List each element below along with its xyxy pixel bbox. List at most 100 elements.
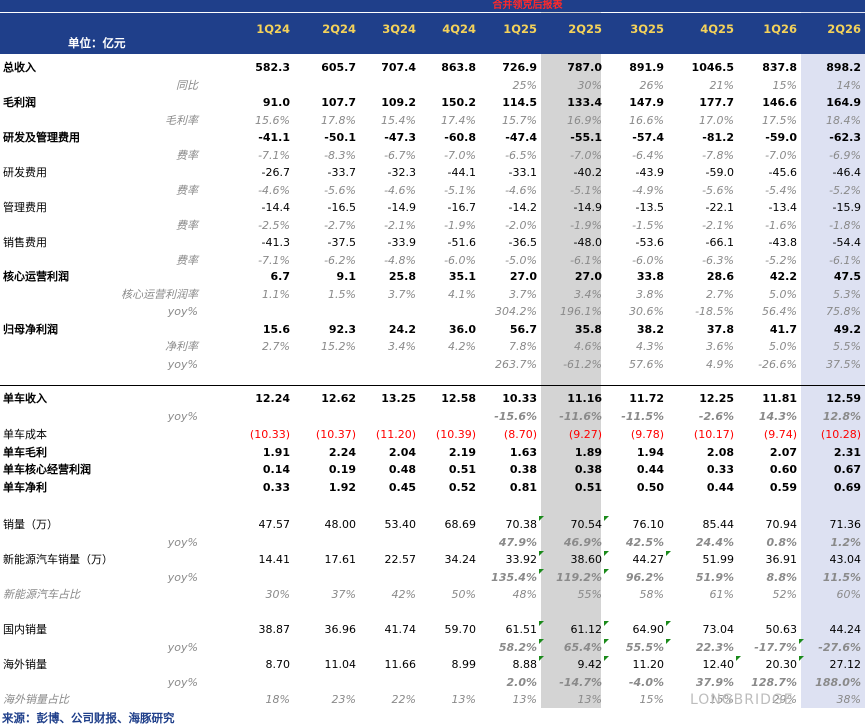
table-cell: 1.2%: [830, 536, 861, 549]
row-label: 毛利润: [3, 96, 36, 109]
table-cell: 27.0: [509, 270, 537, 283]
row-label: 单车收入: [3, 392, 47, 405]
table-cell: 15%: [772, 79, 797, 92]
table-cell: 1046.5: [691, 61, 734, 74]
table-cell: 128.7%: [751, 676, 797, 689]
table-cell: 3.7%: [509, 288, 537, 301]
table-cell: 76.10: [632, 518, 665, 531]
column-header-3q25: 3Q25: [630, 22, 664, 36]
table-cell: 2.0%: [506, 676, 537, 689]
row-sublabel: 费率: [176, 254, 198, 267]
table-cell: (10.17): [693, 428, 734, 441]
column-header-4q24: 4Q24: [442, 22, 476, 36]
table-cell: -7.1%: [258, 149, 290, 162]
table-cell: -5.1%: [570, 184, 602, 197]
table-cell: 0.51: [574, 481, 602, 494]
table-cell: 71.36: [829, 518, 862, 531]
table-cell: (10.28): [820, 428, 861, 441]
table-cell: 70.38: [505, 518, 538, 531]
table-cell: 22.3%: [695, 641, 734, 654]
table-cell: 38.60: [570, 553, 603, 566]
table-cell: 1.5%: [328, 288, 356, 301]
row-sublabel: 同比: [176, 79, 198, 92]
table-cell: 24.2: [388, 323, 416, 336]
table-cell: 34.24: [444, 553, 477, 566]
row-label: 单车核心经营利润: [3, 463, 91, 476]
table-cell: -33.1: [508, 166, 537, 179]
row-sublabel: yoy%: [167, 410, 198, 423]
table-cell: 15.6: [262, 323, 290, 336]
table-cell: 35.8: [574, 323, 602, 336]
table-cell: 50%: [451, 588, 476, 601]
table-cell: -4.6%: [505, 184, 537, 197]
table-cell: -41.3: [261, 236, 290, 249]
table-cell: 60%: [836, 588, 861, 601]
row-label: 核心运营利润: [3, 270, 69, 283]
table-row: 费率 -2.5% -2.7% -2.1% -1.9% -2.0% -1.9% -1.5% -2.…: [0, 217, 865, 234]
row-label: 新能源汽车占比: [3, 588, 80, 601]
table-row: 管理费用 -14.4 -16.5 -14.9 -16.7 -14.2 -14.9 -13.5 -…: [0, 199, 865, 216]
table-cell: -4.9%: [632, 184, 664, 197]
table-cell: -6.0%: [632, 254, 664, 267]
table-cell: -2.6%: [698, 410, 734, 423]
table-cell: 12.40: [702, 658, 735, 671]
row-label: 销量（万）: [3, 518, 58, 531]
table-cell: 14.41: [258, 553, 291, 566]
table-cell: 0.50: [636, 481, 664, 494]
table-row: yoy% -15.6% -11.6% -11.5% -2.6% 14.3% 12.8%: [0, 408, 865, 425]
table-cell: -44.1: [447, 166, 476, 179]
table-cell: 48%: [512, 588, 537, 601]
table-cell: 51.9%: [695, 571, 734, 584]
table-cell: -11.5%: [621, 410, 664, 423]
row-sublabel: yoy%: [167, 305, 198, 318]
row-sublabel: 费率: [176, 184, 198, 197]
table-cell: 15.2%: [321, 340, 356, 353]
table-cell: -2.7%: [324, 219, 356, 232]
table-cell: (10.33): [249, 428, 290, 441]
row-label: 海外销量占比: [3, 693, 69, 706]
table-cell: -36.5: [508, 236, 537, 249]
table-cell: -7.0%: [570, 149, 602, 162]
table-cell: 0.44: [636, 463, 664, 476]
table-cell: 16.9%: [567, 114, 602, 127]
table-cell: (11.20): [375, 428, 416, 441]
row-label: 研发及管理费用: [3, 131, 80, 144]
table-cell: 17.4%: [441, 114, 476, 127]
table-cell: -4.6%: [384, 184, 416, 197]
table-cell: 14%: [836, 79, 861, 92]
column-header-1q25: 1Q25: [503, 22, 537, 36]
row-label: 管理费用: [3, 201, 47, 214]
table-row: yoy% 2.0% -14.7% -4.0% 37.9% 128.7% 188.0%: [0, 674, 865, 691]
table-cell: 91.0: [262, 96, 290, 109]
table-cell: 3.4%: [574, 288, 602, 301]
table-cell: 0.59: [769, 481, 797, 494]
table-row: yoy% 304.2% 196.1% 30.6% -18.5% 56.4% 75.8%: [0, 303, 865, 320]
table-cell: 5.5%: [833, 340, 861, 353]
table-cell: 20.30: [765, 658, 798, 671]
table-row: 单车毛利 1.91 2.24 2.04 2.19 1.63 1.89 1.94 2.08 2.07…: [0, 444, 865, 461]
table-cell: -14.2: [508, 201, 537, 214]
table-cell: 48.00: [324, 518, 357, 531]
table-cell: (9.78): [630, 428, 664, 441]
comment-marker-icon: [666, 621, 671, 626]
table-cell: 28.6: [706, 270, 734, 283]
table-cell: 13.25: [381, 392, 416, 405]
table-cell: 75.8%: [826, 305, 861, 318]
table-cell: (9.74): [763, 428, 797, 441]
table-cell: 133.4: [567, 96, 602, 109]
row-sublabel: 净利率: [165, 340, 198, 353]
table-cell: 17.5%: [762, 114, 797, 127]
table-cell: 65.4%: [563, 641, 602, 654]
table-cell: 15.7%: [502, 114, 537, 127]
table-cell: 25%: [512, 79, 537, 92]
table-cell: 2.08: [706, 446, 734, 459]
table-cell: -27.6%: [818, 641, 861, 654]
table-cell: 6.7: [270, 270, 291, 283]
table-cell: -6.0%: [444, 254, 476, 267]
table-cell: 38.87: [258, 623, 291, 636]
table-row: yoy% 135.4% 119.2% 96.2% 51.9% 8.8% 11.5%: [0, 569, 865, 586]
table-cell: -51.6: [447, 236, 476, 249]
table-row: 费率 -7.1% -8.3% -6.7% -7.0% -6.5% -7.0% -6.4% -7.…: [0, 147, 865, 164]
table-cell: 11.20: [632, 658, 665, 671]
table-cell: 304.2%: [495, 305, 537, 318]
